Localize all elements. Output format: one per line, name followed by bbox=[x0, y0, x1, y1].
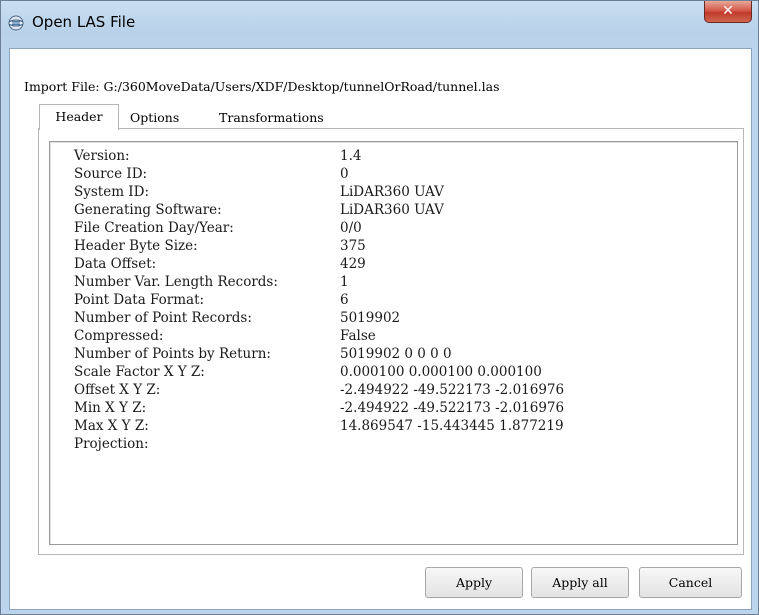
row-value: 0 bbox=[340, 166, 349, 182]
row-label: Compressed: bbox=[74, 328, 164, 344]
row-label: Data Offset: bbox=[74, 256, 157, 272]
close-button[interactable]: ✕ bbox=[704, 1, 752, 23]
row-value: 0.000100 0.000100 0.000100 bbox=[340, 364, 542, 380]
header-row: Number Var. Length Records: 1 bbox=[74, 274, 349, 290]
row-label: Number Var. Length Records: bbox=[74, 274, 278, 290]
row-label: Max X Y Z: bbox=[74, 418, 149, 434]
header-row: Header Byte Size: 375 bbox=[74, 238, 366, 254]
header-row: Point Data Format: 6 bbox=[74, 292, 349, 308]
header-row: Generating Software: LiDAR360 UAV bbox=[74, 202, 444, 218]
row-value: LiDAR360 UAV bbox=[340, 184, 444, 200]
tab-header[interactable]: Header bbox=[39, 104, 119, 130]
header-row: Number of Points by Return: 5019902 0 0 0… bbox=[74, 346, 452, 362]
header-row: Min X Y Z: -2.494922 -49.522173 -2.016976 bbox=[74, 400, 564, 416]
header-row: Data Offset: 429 bbox=[74, 256, 366, 272]
row-label: Version: bbox=[74, 148, 130, 164]
header-row: Compressed: False bbox=[74, 328, 376, 344]
header-row: Projection: bbox=[74, 436, 149, 452]
tab-options[interactable]: Options bbox=[130, 108, 179, 128]
header-row: Max X Y Z: 14.869547 -15.443445 1.877219 bbox=[74, 418, 564, 434]
row-label: Header Byte Size: bbox=[74, 238, 198, 254]
row-value: 14.869547 -15.443445 1.877219 bbox=[340, 418, 564, 434]
apply-button[interactable]: Apply bbox=[425, 567, 523, 598]
row-label: Scale Factor X Y Z: bbox=[74, 364, 205, 380]
apply-all-button[interactable]: Apply all bbox=[531, 567, 629, 598]
row-value: 429 bbox=[340, 256, 366, 272]
header-row: Offset X Y Z: -2.494922 -49.522173 -2.016… bbox=[74, 382, 564, 398]
row-value: 375 bbox=[340, 238, 366, 254]
las-file-icon bbox=[8, 15, 24, 31]
window-title: Open LAS File bbox=[32, 13, 136, 31]
row-value: -2.494922 -49.522173 -2.016976 bbox=[340, 382, 565, 398]
header-row: System ID: LiDAR360 UAV bbox=[74, 184, 444, 200]
row-value: -2.494922 -49.522173 -2.016976 bbox=[340, 400, 565, 416]
close-icon: ✕ bbox=[722, 3, 734, 19]
row-value: 1 bbox=[340, 274, 349, 290]
header-row: Scale Factor X Y Z: 0.000100 0.000100 0.0… bbox=[74, 364, 542, 380]
row-value: 5019902 bbox=[340, 310, 401, 326]
tab-transformations[interactable]: Transformations bbox=[219, 108, 324, 128]
title-bar[interactable]: Open LAS File ✕ bbox=[1, 1, 758, 47]
header-row: Source ID: 0 bbox=[74, 166, 349, 182]
row-label: Number of Points by Return: bbox=[74, 346, 271, 362]
row-label: Projection: bbox=[74, 436, 149, 452]
import-file-path: Import File: G:/360MoveData/Users/XDF/De… bbox=[24, 79, 500, 94]
row-value: False bbox=[340, 328, 376, 344]
header-row: Version: 1.4 bbox=[74, 148, 361, 164]
cancel-button[interactable]: Cancel bbox=[639, 567, 742, 598]
row-value: 5019902 0 0 0 0 bbox=[340, 346, 452, 362]
row-value: LiDAR360 UAV bbox=[340, 202, 444, 218]
row-label: System ID: bbox=[74, 184, 150, 200]
header-row: Number of Point Records: 5019902 bbox=[74, 310, 400, 326]
row-label: Generating Software: bbox=[74, 202, 222, 218]
row-label: Min X Y Z: bbox=[74, 400, 147, 416]
row-value: 1.4 bbox=[340, 148, 362, 164]
row-label: File Creation Day/Year: bbox=[74, 220, 234, 236]
row-value: 0/0 bbox=[340, 220, 362, 236]
row-label: Offset X Y Z: bbox=[74, 382, 161, 398]
row-label: Source ID: bbox=[74, 166, 148, 182]
row-label: Number of Point Records: bbox=[74, 310, 252, 326]
row-label: Point Data Format: bbox=[74, 292, 205, 308]
row-value: 6 bbox=[340, 292, 349, 308]
header-row: File Creation Day/Year: 0/0 bbox=[74, 220, 362, 236]
